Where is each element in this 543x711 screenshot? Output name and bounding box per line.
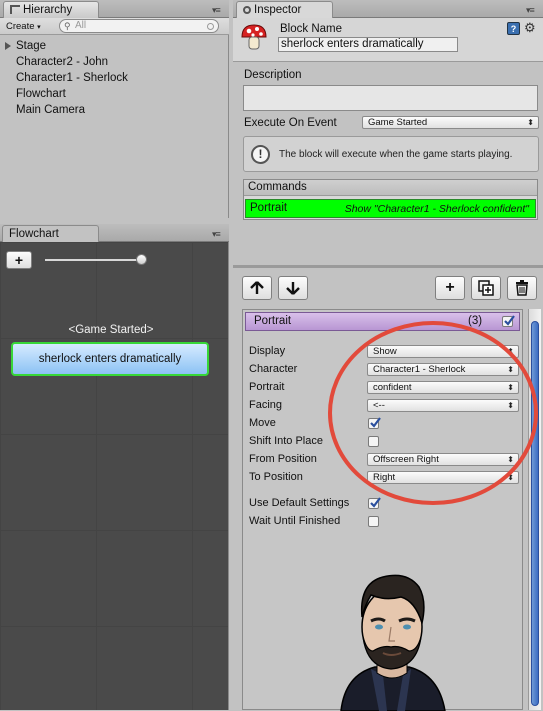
move-label: Move [249, 417, 276, 429]
mushroom-icon [241, 24, 267, 50]
inspector-icon [243, 6, 251, 14]
panel-splitter[interactable] [233, 265, 543, 268]
description-label: Description [244, 69, 302, 81]
block-name-input[interactable]: sherlock enters dramatically [278, 37, 458, 52]
hierarchy-icon [10, 5, 20, 14]
down-arrow-icon [286, 282, 300, 295]
execute-on-event-label: Execute On Event [244, 117, 337, 129]
description-field[interactable] [243, 85, 538, 111]
zoom-slider-track[interactable] [45, 259, 143, 261]
help-icon[interactable]: ? [507, 22, 520, 35]
facing-label: Facing [249, 399, 283, 411]
info-text: The block will execute when the game sta… [279, 149, 513, 160]
flowchart-panel: Flowchart ▾≡ + <Game Started> sherlock e… [0, 224, 229, 710]
zoom-slider-handle[interactable] [136, 254, 147, 265]
inspector-menu-icon[interactable]: ▾≡ [526, 5, 535, 16]
hierarchy-tab-label: Hierarchy [23, 4, 73, 16]
add-label: + [14, 252, 24, 268]
hierarchy-search-input[interactable]: ⚲ All [59, 19, 219, 33]
to-position-label: To Position [249, 471, 303, 483]
move-down-button[interactable] [278, 276, 308, 300]
event-label: <Game Started> [68, 324, 154, 336]
search-placeholder: All [75, 20, 87, 31]
search-clear-icon[interactable] [207, 23, 214, 30]
tab-hierarchy[interactable]: Hierarchy [3, 1, 99, 18]
duplicate-icon [478, 280, 494, 296]
gear-icon[interactable]: ⚙ [524, 20, 536, 36]
commands-header: Commands [244, 180, 537, 196]
hierarchy-item-stage[interactable]: Stage [16, 40, 46, 52]
hierarchy-item-main-camera[interactable]: Main Camera [16, 104, 85, 116]
display-label: Display [249, 345, 286, 357]
execute-on-event-dropdown[interactable]: Game Started ⬍ [362, 116, 539, 129]
create-dropdown[interactable]: Create ▾ [6, 20, 41, 33]
command-summary: Show "Character1 - Sherlock confident" [344, 203, 529, 215]
add-command-button[interactable]: + [435, 276, 465, 300]
portrait-label: Portrait [249, 381, 285, 393]
command-name: Portrait [250, 202, 288, 214]
from-position-label: From Position [249, 453, 317, 465]
trash-icon [516, 280, 528, 296]
chevron-down-icon: ▾ [37, 24, 41, 31]
flowchart-tab-label: Flowchart [9, 228, 59, 240]
move-up-button[interactable] [242, 276, 272, 300]
flowchart-canvas[interactable] [0, 242, 228, 710]
tab-inspector[interactable]: Inspector [236, 1, 333, 18]
character-label: Character [249, 363, 298, 375]
inspector-panel: Inspector ▾≡ Block Name sherlock enters … [233, 0, 543, 711]
hierarchy-panel: Hierarchy ▾≡ Create ▾ ⚲ All Stage Charac… [0, 0, 229, 218]
add-icon: + [445, 279, 455, 296]
sherlock-portrait [340, 574, 446, 711]
flowchart-block[interactable]: sherlock enters dramatically [11, 342, 209, 376]
command-panel-title: Portrait [254, 315, 292, 327]
updown-arrow-icon: ⬍ [527, 118, 534, 127]
command-row[interactable]: Portrait Show "Character1 - Sherlock con… [245, 199, 536, 218]
wait-until-finished-label: Wait Until Finished [249, 515, 341, 527]
hierarchy-item-flowchart[interactable]: Flowchart [16, 88, 66, 100]
info-box: ! The block will execute when the game s… [243, 136, 539, 172]
wait-until-finished-checkbox[interactable] [368, 516, 379, 527]
duplicate-command-button[interactable] [471, 276, 501, 300]
commands-list: Commands Portrait Show "Character1 - She… [243, 179, 538, 220]
hierarchy-menu-icon[interactable]: ▾≡ [212, 5, 221, 16]
warning-icon: ! [251, 145, 270, 164]
inspector-tab-label: Inspector [254, 4, 302, 16]
execute-value: Game Started [368, 117, 428, 128]
hierarchy-item-character1[interactable]: Character1 - Sherlock [16, 72, 128, 84]
flowchart-add-button[interactable]: + [6, 251, 32, 269]
stage-expand-icon[interactable] [5, 42, 11, 50]
block-name-label: Block Name [280, 23, 342, 35]
hierarchy-item-character2[interactable]: Character2 - John [16, 56, 108, 68]
commands-header-label: Commands [248, 181, 307, 193]
up-arrow-icon [250, 281, 264, 294]
tab-flowchart[interactable]: Flowchart [2, 225, 99, 242]
flowchart-menu-icon[interactable]: ▾≡ [212, 229, 221, 240]
block-name-value: sherlock enters dramatically [281, 38, 424, 50]
create-label: Create [6, 21, 35, 32]
block-label: sherlock enters dramatically [38, 353, 182, 365]
delete-command-button[interactable] [507, 276, 537, 300]
shift-into-place-label: Shift Into Place [249, 435, 323, 447]
annotation-circle [328, 321, 538, 505]
search-icon: ⚲ [64, 21, 71, 31]
